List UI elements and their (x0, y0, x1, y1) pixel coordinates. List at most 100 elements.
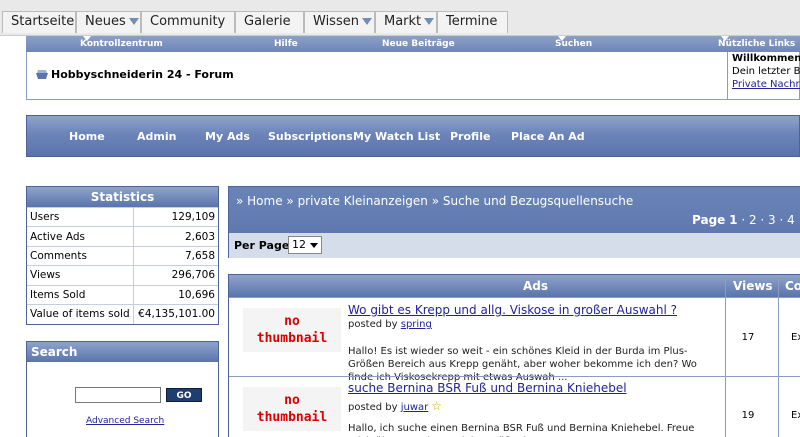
ad-title-link[interactable]: suche Bernina BSR Fuß und Bernina Kniehe… (348, 381, 627, 395)
posted-by-label: posted by (348, 402, 398, 413)
stat-label: Comments (27, 245, 134, 266)
dropdown-arrow-icon (128, 18, 139, 25)
table-row: Comments 7,658 (27, 245, 218, 266)
dropdown-arrow-icon (424, 18, 435, 25)
search-title: Search (27, 342, 218, 362)
thumbnail-text: no (284, 314, 300, 329)
ad-user-link[interactable]: spring (401, 319, 432, 330)
table-row: Value of items sold €4,135,101.00 (27, 303, 218, 324)
stat-value: 296,706 (133, 265, 218, 286)
no-thumbnail-image[interactable]: no thumbnail (243, 387, 341, 431)
current-page: 1 (729, 213, 738, 227)
nav-tab-community[interactable]: Community (141, 11, 235, 45)
nav-tab-label: Wissen (313, 14, 359, 29)
private-messages-link[interactable]: Private Nachri (732, 79, 800, 90)
nav-tab-wissen[interactable]: Wissen (304, 11, 375, 33)
per-page-value: 12 (292, 238, 306, 251)
dropdown-arrow-icon (361, 18, 372, 25)
nav-tab-label: Startseite (11, 14, 75, 29)
menu-home[interactable]: Home (69, 130, 105, 143)
dropdown-arrow-icon (721, 36, 729, 41)
ad-title-link[interactable]: Wo gibt es Krepp und allg. Viskose in gr… (348, 303, 677, 317)
navbar-label: Hilfe (274, 39, 298, 49)
stat-label: Views (27, 265, 134, 286)
table-row: Active Ads 2,603 (27, 226, 218, 247)
breadcrumb[interactable]: » Home » private Kleinanzeigen » Suche u… (236, 194, 633, 208)
last-visit-text: Dein letzter B (732, 66, 800, 77)
dropdown-arrow-icon (558, 36, 566, 41)
menu-my-ads[interactable]: My Ads (205, 130, 250, 143)
statistics-title: Statistics (27, 187, 218, 207)
stat-label: Active Ads (27, 226, 134, 247)
statistics-table: Users 129,109 Active Ads 2,603 Comments 7,6… (27, 206, 218, 324)
welcome-text: Willkommen (732, 53, 800, 64)
column-header-ads: Ads (523, 279, 549, 293)
forum-title: Hobbyschneiderin 24 - Forum (51, 68, 234, 81)
page-links[interactable]: · 2 · 3 · 4 (741, 213, 794, 227)
navbar-label: Nützliche Links (718, 39, 796, 49)
menu-my-watch-list[interactable]: My Watch List (353, 130, 440, 143)
breadcrumb-panel: » Home » private Kleinanzeigen » Suche u… (228, 186, 800, 258)
stat-value: 10,696 (133, 284, 218, 305)
ad-user-link[interactable]: juwar (401, 402, 429, 413)
search-input[interactable] (75, 387, 161, 403)
top-navigation: Startseite Neues Community Galerie Wisse… (0, 0, 800, 45)
classifieds-menu: Home Admin My Ads Subscriptions My Watch… (26, 115, 800, 157)
menu-subscriptions[interactable]: Subscriptions (268, 130, 353, 143)
per-page-select[interactable]: 12 (288, 236, 322, 254)
nav-tab-startseite[interactable]: Startseite (2, 11, 76, 33)
forum-navbar: Kontrollzentrum Hilfe Neue Beiträge Such… (26, 36, 800, 52)
per-page-label: Per Page (234, 239, 290, 252)
nav-tab-label: Markt (384, 14, 422, 29)
posted-by-label: posted by (348, 319, 398, 330)
ad-views: 19 (741, 410, 755, 421)
welcome-box: Willkommen Dein letzter B Private Nachri (727, 52, 800, 99)
ad-posted-by: posted by spring (348, 319, 432, 330)
page-label: Page (692, 213, 726, 227)
forum-logo-icon (36, 70, 48, 79)
nav-tab-markt[interactable]: Markt (375, 11, 437, 33)
ad-posted-by: posted by juwar ☆ (348, 399, 442, 413)
ad-condition: Ex (791, 332, 800, 343)
ad-condition: Ex (791, 410, 800, 421)
star-icon: ☆ (431, 399, 443, 413)
stat-value: €4,135,101.00 (133, 303, 218, 324)
chevron-down-icon (310, 243, 318, 248)
no-thumbnail-image[interactable]: no thumbnail (243, 308, 341, 352)
per-page-bar: Per Page 12 (229, 233, 800, 258)
nav-tab-termine[interactable]: Termine (437, 11, 508, 45)
table-row: Users 129,109 (27, 206, 218, 227)
navbar-label: Neue Beiträge (382, 39, 455, 49)
table-row: Views 296,706 (27, 265, 218, 286)
stat-value: 7,658 (133, 245, 218, 266)
menu-profile[interactable]: Profile (450, 130, 490, 143)
menu-admin[interactable]: Admin (137, 130, 176, 143)
go-button[interactable]: GO (166, 388, 202, 402)
column-header-views: Views (733, 279, 773, 293)
nav-tab-neues[interactable]: Neues (76, 11, 141, 33)
table-row: no thumbnail suche Bernina BSR Fuß und B… (229, 376, 800, 437)
ads-table: Ads Views Co no thumbnail Wo gibt es Kre… (228, 274, 800, 437)
nav-tab-label: Neues (85, 14, 126, 29)
thumbnail-text: thumbnail (256, 331, 328, 346)
thumbnail-text: no (284, 393, 300, 408)
menu-place-an-ad[interactable]: Place An Ad (511, 130, 585, 143)
stat-label: Items Sold (27, 284, 134, 305)
column-header-condition: Co (785, 279, 800, 293)
advanced-search-link[interactable]: Advanced Search (86, 416, 164, 426)
nav-tab-label: Community (150, 14, 226, 29)
nav-tab-label: Galerie (244, 14, 291, 29)
pagination: Page 1 · 2 · 3 · 4 (692, 213, 795, 227)
nav-tab-galerie[interactable]: Galerie (235, 11, 304, 45)
stat-value: 2,603 (133, 226, 218, 247)
forum-header: Hobbyschneiderin 24 - Forum Willkommen D… (26, 52, 800, 100)
navbar-label: Kontrollzentrum (80, 39, 163, 49)
search-panel: Search GO Advanced Search (26, 341, 219, 437)
table-row: Items Sold 10,696 (27, 284, 218, 305)
ads-table-header: Ads Views Co (229, 275, 800, 297)
table-row: no thumbnail Wo gibt es Krepp und allg. … (229, 297, 800, 383)
thumbnail-text: thumbnail (256, 410, 328, 425)
ad-views: 17 (741, 332, 755, 343)
stat-label: Users (27, 206, 134, 227)
dropdown-arrow-icon (83, 36, 91, 41)
